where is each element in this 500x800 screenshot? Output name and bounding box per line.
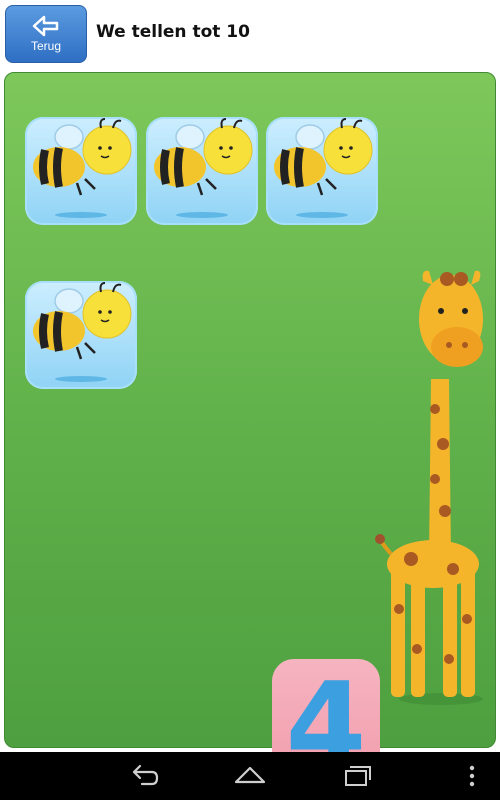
back-nav-icon: [132, 764, 159, 786]
bee-icon: [274, 118, 373, 218]
android-navigation-bar: [0, 752, 500, 800]
home-nav-icon: [234, 766, 266, 784]
bee-tile[interactable]: [146, 117, 258, 225]
bee-tile[interactable]: [25, 117, 137, 225]
header-bar: Terug We tellen tot 10: [0, 0, 500, 70]
bee-tile[interactable]: [266, 117, 378, 225]
giraffe-illustration: [375, 270, 483, 705]
back-arrow-icon: [32, 15, 59, 37]
overflow-menu-icon: [469, 765, 475, 787]
bee-icon: [33, 282, 132, 382]
nav-back-button[interactable]: [116, 760, 172, 792]
nav-recent-apps-button[interactable]: [328, 760, 384, 792]
bee-icon: [154, 118, 253, 218]
back-button-label: Terug: [30, 39, 62, 53]
nav-home-button[interactable]: [222, 760, 278, 792]
page-title: We tellen tot 10: [96, 22, 250, 42]
nav-overflow-menu-button[interactable]: [452, 760, 492, 792]
bee-icon: [33, 118, 132, 218]
back-button[interactable]: Terug: [5, 5, 87, 63]
game-board: 4: [4, 72, 496, 797]
recent-apps-icon: [345, 766, 371, 786]
bee-tile[interactable]: [25, 281, 137, 389]
